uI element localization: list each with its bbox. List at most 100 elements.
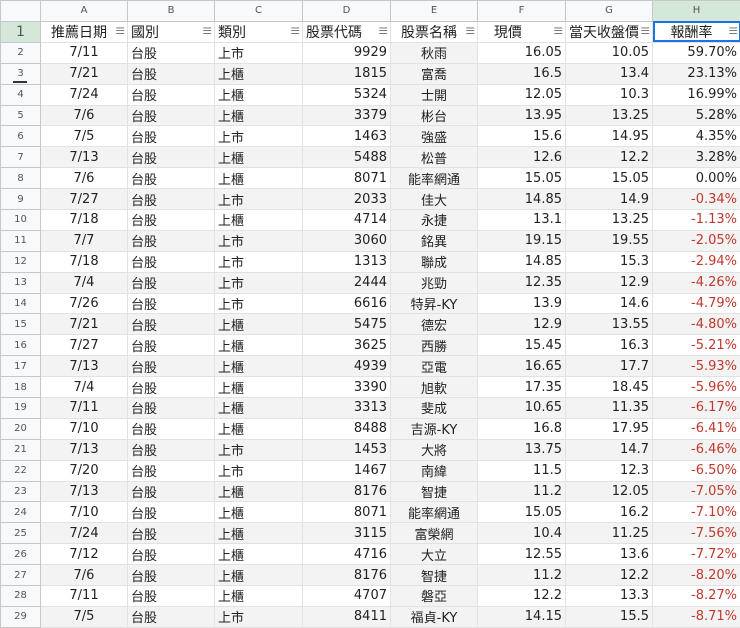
cell-B[interactable]: 台股: [128, 63, 215, 84]
cell-D[interactable]: 3115: [303, 523, 391, 544]
cell-D[interactable]: 8176: [303, 565, 391, 586]
cell-D[interactable]: 3060: [303, 230, 391, 251]
cell-A[interactable]: 7/18: [41, 251, 128, 272]
cell-B[interactable]: 台股: [128, 189, 215, 210]
cell-E[interactable]: 斐成: [391, 398, 478, 419]
row-header[interactable]: 13: [1, 272, 41, 293]
cell-B[interactable]: 台股: [128, 586, 215, 607]
cell-C[interactable]: 上櫃: [215, 314, 303, 335]
cell-E[interactable]: 富榮網: [391, 523, 478, 544]
row-header[interactable]: 4: [1, 84, 41, 105]
cell-H[interactable]: -6.41%: [653, 418, 740, 439]
row-header[interactable]: 17: [1, 356, 41, 377]
cell-B[interactable]: 台股: [128, 42, 215, 63]
cell-F[interactable]: 10.65: [478, 398, 566, 419]
row-header[interactable]: 11: [1, 230, 41, 251]
row-header[interactable]: 1: [1, 21, 41, 42]
cell-B[interactable]: 台股: [128, 230, 215, 251]
cell-C[interactable]: 上櫃: [215, 565, 303, 586]
row-header[interactable]: 15: [1, 314, 41, 335]
cell-A[interactable]: 7/21: [41, 63, 128, 84]
row-header[interactable]: 22: [1, 460, 41, 481]
cell-D[interactable]: 3313: [303, 398, 391, 419]
cell-H[interactable]: -8.20%: [653, 565, 740, 586]
cell-C[interactable]: 上櫃: [215, 377, 303, 398]
cell-D[interactable]: 6616: [303, 293, 391, 314]
cell-A[interactable]: 7/21: [41, 314, 128, 335]
cell-B[interactable]: 台股: [128, 398, 215, 419]
cell-D[interactable]: 1453: [303, 439, 391, 460]
cell-A[interactable]: 7/5: [41, 606, 128, 627]
cell-A[interactable]: 7/13: [41, 147, 128, 168]
column-header-H[interactable]: H: [653, 1, 740, 22]
cell-B[interactable]: 台股: [128, 105, 215, 126]
cell-A[interactable]: 7/11: [41, 42, 128, 63]
column-header-G[interactable]: G: [566, 1, 653, 22]
cell-G[interactable]: 12.05: [566, 481, 653, 502]
cell-H[interactable]: -6.17%: [653, 398, 740, 419]
cell-G[interactable]: 10.3: [566, 84, 653, 105]
cell-G[interactable]: 14.9: [566, 189, 653, 210]
cell-B[interactable]: 台股: [128, 335, 215, 356]
cell-C[interactable]: 上市: [215, 126, 303, 147]
cell-F[interactable]: 13.1: [478, 210, 566, 231]
cell-F[interactable]: 15.45: [478, 335, 566, 356]
cell-D[interactable]: 8176: [303, 481, 391, 502]
column-header-B[interactable]: B: [128, 1, 215, 22]
cell-A[interactable]: 7/11: [41, 586, 128, 607]
cell-E[interactable]: 聯成: [391, 251, 478, 272]
cell-G[interactable]: 16.2: [566, 502, 653, 523]
cell-G[interactable]: 12.2: [566, 147, 653, 168]
header-cell[interactable]: 股票名稱☰: [391, 21, 478, 42]
row-header[interactable]: 16: [1, 335, 41, 356]
cell-F[interactable]: 16.65: [478, 356, 566, 377]
cell-F[interactable]: 11.5: [478, 460, 566, 481]
cell-G[interactable]: 12.3: [566, 460, 653, 481]
cell-F[interactable]: 16.8: [478, 418, 566, 439]
cell-E[interactable]: 德宏: [391, 314, 478, 335]
cell-D[interactable]: 1463: [303, 126, 391, 147]
cell-A[interactable]: 7/18: [41, 210, 128, 231]
column-header-C[interactable]: C: [215, 1, 303, 22]
cell-A[interactable]: 7/20: [41, 460, 128, 481]
cell-B[interactable]: 台股: [128, 210, 215, 231]
cell-G[interactable]: 13.4: [566, 63, 653, 84]
cell-D[interactable]: 1467: [303, 460, 391, 481]
cell-B[interactable]: 台股: [128, 84, 215, 105]
cell-F[interactable]: 12.2: [478, 586, 566, 607]
cell-F[interactable]: 14.15: [478, 606, 566, 627]
cell-D[interactable]: 3625: [303, 335, 391, 356]
cell-H[interactable]: -6.50%: [653, 460, 740, 481]
cell-B[interactable]: 台股: [128, 606, 215, 627]
cell-E[interactable]: 亞電: [391, 356, 478, 377]
cell-H[interactable]: 0.00%: [653, 168, 740, 189]
header-cell[interactable]: 國別☰: [128, 21, 215, 42]
cell-D[interactable]: 4939: [303, 356, 391, 377]
cell-E[interactable]: 旭軟: [391, 377, 478, 398]
cell-F[interactable]: 15.6: [478, 126, 566, 147]
cell-H[interactable]: -4.79%: [653, 293, 740, 314]
cell-D[interactable]: 1815: [303, 63, 391, 84]
cell-C[interactable]: 上櫃: [215, 586, 303, 607]
cell-G[interactable]: 14.6: [566, 293, 653, 314]
cell-B[interactable]: 台股: [128, 523, 215, 544]
row-header[interactable]: 28: [1, 586, 41, 607]
cell-B[interactable]: 台股: [128, 481, 215, 502]
cell-E[interactable]: 特昇-KY: [391, 293, 478, 314]
cell-B[interactable]: 台股: [128, 439, 215, 460]
cell-H[interactable]: -4.80%: [653, 314, 740, 335]
cell-G[interactable]: 17.95: [566, 418, 653, 439]
cell-D[interactable]: 9929: [303, 42, 391, 63]
cell-C[interactable]: 上櫃: [215, 210, 303, 231]
header-cell[interactable]: 股票代碼☰: [303, 21, 391, 42]
row-header[interactable]: 29: [1, 606, 41, 627]
cell-D[interactable]: 4707: [303, 586, 391, 607]
cell-B[interactable]: 台股: [128, 251, 215, 272]
cell-E[interactable]: 兆勁: [391, 272, 478, 293]
cell-D[interactable]: 8071: [303, 168, 391, 189]
column-header-D[interactable]: D: [303, 1, 391, 22]
cell-C[interactable]: 上櫃: [215, 147, 303, 168]
cell-A[interactable]: 7/13: [41, 356, 128, 377]
cell-D[interactable]: 5475: [303, 314, 391, 335]
cell-F[interactable]: 13.9: [478, 293, 566, 314]
